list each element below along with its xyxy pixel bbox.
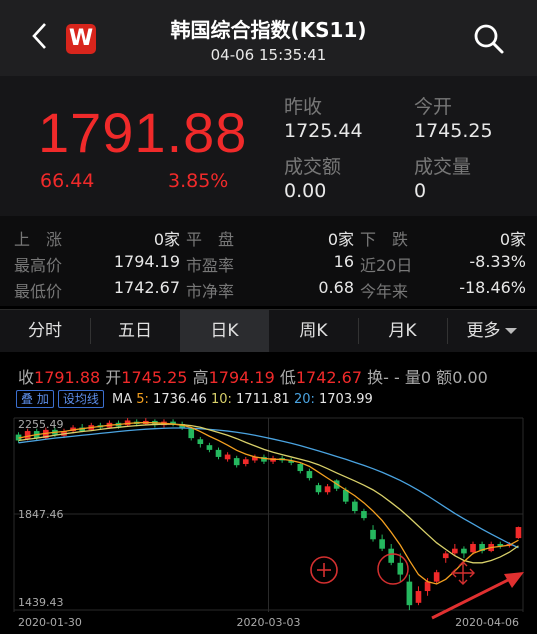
candle xyxy=(142,418,149,426)
candle xyxy=(315,482,322,495)
candle xyxy=(306,468,313,481)
tab-intraday[interactable]: 分时 xyxy=(0,310,90,352)
pb-label: 市净率 xyxy=(186,282,235,301)
current-price: 1791.88 xyxy=(38,101,248,164)
zoom-in-icon[interactable] xyxy=(310,556,338,584)
y-tick-label: 1439.43 xyxy=(18,596,64,609)
candle xyxy=(461,546,467,559)
tab-weekly-k[interactable]: 周K xyxy=(269,310,358,352)
page-title: 韩国综合指数(KS11) xyxy=(170,18,367,42)
search-icon[interactable] xyxy=(472,22,506,56)
pe-value: 16 xyxy=(333,252,354,271)
candle xyxy=(442,551,449,563)
candle xyxy=(406,574,413,611)
flat-value: 0家 xyxy=(327,230,354,249)
candle xyxy=(224,452,231,462)
candlestick-chart[interactable]: 2255.49 1847.46 1439.43 2020-01-30 2020-03-0… xyxy=(0,352,537,634)
candle xyxy=(124,418,131,427)
open-label: 今开 xyxy=(414,96,453,118)
tab-daily-k[interactable]: 日K xyxy=(180,310,269,352)
app-header: W 韩国综合指数(KS11) 04-06 15:35:41 xyxy=(0,0,537,76)
low-label: 最低价 xyxy=(14,282,63,301)
candle xyxy=(379,534,385,552)
x-tick-label: 2020-01-30 xyxy=(18,616,82,629)
caret-down-icon xyxy=(504,328,517,334)
y-tick-label: 2255.49 xyxy=(18,418,64,431)
candle xyxy=(242,456,249,467)
pe-label: 市盈率 xyxy=(186,256,235,275)
prev-close-value: 1725.44 xyxy=(284,120,363,142)
candle xyxy=(261,454,267,464)
candle xyxy=(415,586,422,606)
price-change: 66.44 xyxy=(40,170,95,192)
turnover-value: 0.00 xyxy=(284,180,327,202)
candle xyxy=(497,541,504,549)
volume-label: 成交量 xyxy=(414,156,472,178)
candle xyxy=(233,455,240,468)
prev-close-label: 昨收 xyxy=(284,96,323,118)
candle xyxy=(297,462,304,474)
update-time: 04-06 15:35:41 xyxy=(210,46,327,64)
up-value: 0家 xyxy=(153,230,180,249)
move-icon[interactable] xyxy=(451,561,475,585)
x-tick-label: 2020-04-06 xyxy=(455,616,519,629)
candle xyxy=(288,458,295,466)
ytd-label: 今年来 xyxy=(360,282,409,301)
low-value: 1742.67 xyxy=(113,278,180,297)
pb-value: 0.68 xyxy=(318,278,354,297)
candle xyxy=(370,525,376,542)
y-tick-label: 1847.46 xyxy=(18,508,64,521)
tab-more-label: 更多 xyxy=(466,321,501,341)
candle xyxy=(361,508,367,521)
d20-label: 近20日 xyxy=(360,256,413,275)
stats-panel: 上 涨 0家 平 盘 0家 下 跌 0家 最高价 1794.19 市盈率 16 … xyxy=(0,216,537,306)
down-label: 下 跌 xyxy=(360,230,409,249)
down-value: 0家 xyxy=(499,230,526,249)
candle xyxy=(215,447,222,460)
candle xyxy=(352,499,358,514)
kline-chart-area[interactable]: 收1791.88 开1745.25 高1794.19 低1742.67 换- -… xyxy=(0,352,537,634)
candle xyxy=(197,436,204,448)
high-label: 最高价 xyxy=(14,256,63,275)
candle xyxy=(324,483,331,495)
candle xyxy=(170,419,176,427)
tab-more[interactable]: 更多 xyxy=(447,310,537,352)
quote-panel: 1791.88 66.44 3.85% 昨收 1725.44 今开 1745.2… xyxy=(0,76,537,216)
candle xyxy=(515,526,522,539)
up-label: 上 涨 xyxy=(14,230,63,249)
turnover-label: 成交额 xyxy=(284,156,342,178)
period-tabs: 分时 五日 日K 周K 月K 更多 xyxy=(0,309,537,353)
volume-value: 0 xyxy=(414,180,427,202)
flat-label: 平 盘 xyxy=(186,230,235,249)
tab-5day[interactable]: 五日 xyxy=(90,310,180,352)
x-tick-label: 2020-03-03 xyxy=(237,616,301,629)
high-value: 1794.19 xyxy=(113,252,180,271)
ytd-value: -18.46% xyxy=(459,278,526,297)
candle xyxy=(188,427,195,441)
candle xyxy=(479,541,485,554)
price-change-percent: 3.85% xyxy=(168,170,229,192)
d20-value: -8.33% xyxy=(469,252,526,271)
candle xyxy=(206,442,213,453)
open-value: 1745.25 xyxy=(414,120,493,142)
candle xyxy=(433,569,440,584)
tab-monthly-k[interactable]: 月K xyxy=(358,310,447,352)
